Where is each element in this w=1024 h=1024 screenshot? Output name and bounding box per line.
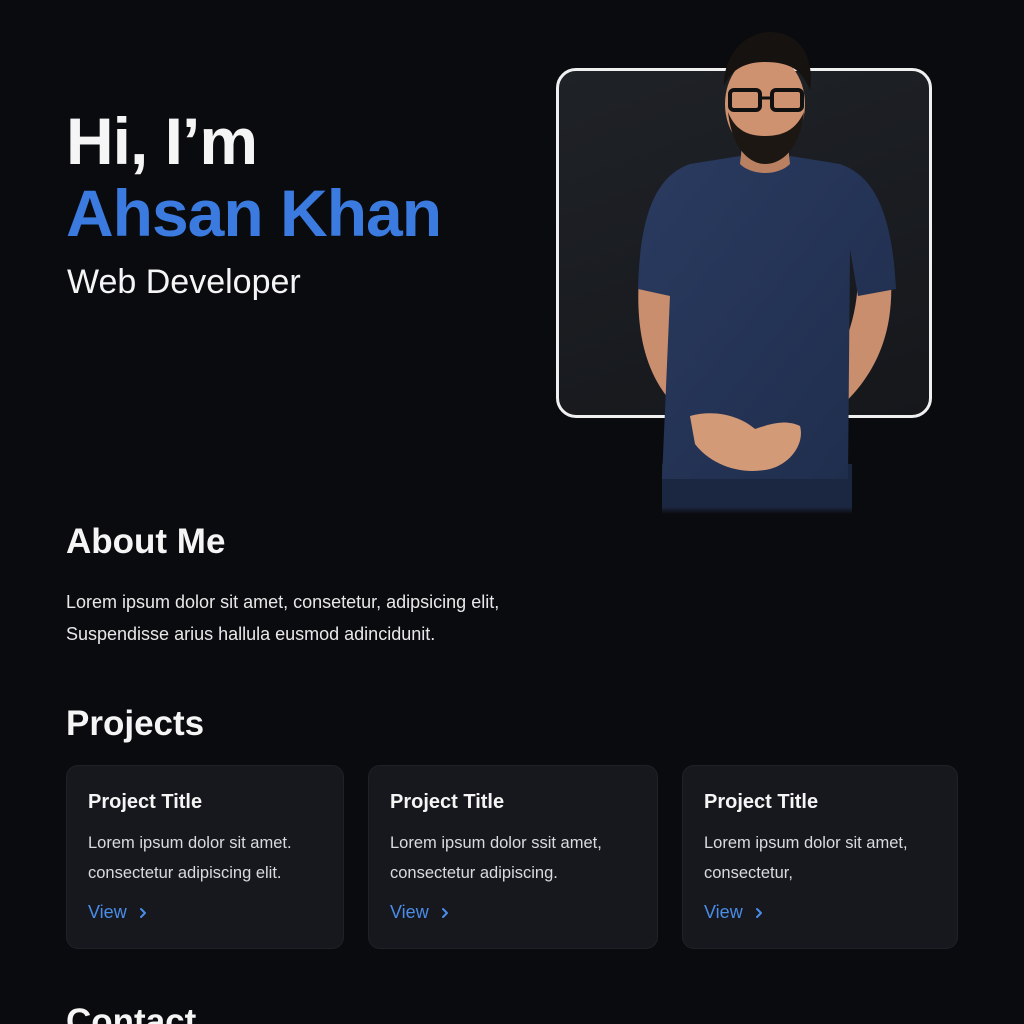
about-line: Suspendisse arius hallula eusmod adincid… bbox=[66, 624, 436, 644]
project-description-line: Lorem ipsum dolor sit amet. bbox=[88, 834, 292, 852]
portfolio-page: Hi, I’m Ahsan Khan Web Developer About M… bbox=[0, 0, 1024, 1024]
project-view-link[interactable]: View bbox=[390, 902, 451, 923]
project-title: Project Title bbox=[390, 791, 505, 813]
chevron-right-icon bbox=[441, 907, 448, 918]
project-description: Lorem ipsum dolor sit amet, consectetur, bbox=[704, 828, 936, 888]
project-card: Project Title Lorem ipsum dolor sit amet… bbox=[66, 765, 344, 949]
hero-greeting: Hi, I’m bbox=[66, 104, 258, 178]
project-title: Project Title bbox=[88, 791, 203, 813]
hero-name: Ahsan Khan bbox=[66, 176, 442, 250]
projects-title: Projects bbox=[66, 704, 205, 743]
project-description-line: consectetur adipiscing. bbox=[390, 864, 558, 882]
project-title: Project Title bbox=[704, 791, 819, 813]
chevron-right-icon bbox=[755, 907, 762, 918]
project-view-link[interactable]: View bbox=[88, 902, 149, 923]
project-description: Lorem ipsum dolor ssit amet, consectetur… bbox=[390, 828, 636, 888]
project-card: Project Title Lorem ipsum dolor sit amet… bbox=[682, 765, 958, 949]
about-text: Lorem ipsum dolor sit amet, consetetur, … bbox=[66, 586, 586, 650]
about-title: About Me bbox=[66, 522, 226, 561]
about-line: Lorem ipsum dolor sit amet, consetetur, … bbox=[66, 592, 500, 612]
portrait-photo bbox=[638, 32, 896, 514]
hero-role: Web Developer bbox=[67, 263, 301, 301]
project-description-line: Lorem ipsum dolor ssit amet, bbox=[390, 834, 602, 852]
view-link-label: View bbox=[390, 902, 429, 922]
project-description-line: Lorem ipsum dolor sit amet, bbox=[704, 834, 908, 852]
project-description: Lorem ipsum dolor sit amet. consectetur … bbox=[88, 828, 322, 888]
chevron-right-icon bbox=[139, 907, 146, 918]
project-view-link[interactable]: View bbox=[704, 902, 765, 923]
project-description-line: consectetur adipiscing elit. bbox=[88, 864, 282, 882]
view-link-label: View bbox=[704, 902, 743, 922]
project-description-line: consectetur, bbox=[704, 864, 793, 882]
view-link-label: View bbox=[88, 902, 127, 922]
contact-title: Contact bbox=[66, 1002, 197, 1024]
project-card: Project Title Lorem ipsum dolor ssit ame… bbox=[368, 765, 658, 949]
